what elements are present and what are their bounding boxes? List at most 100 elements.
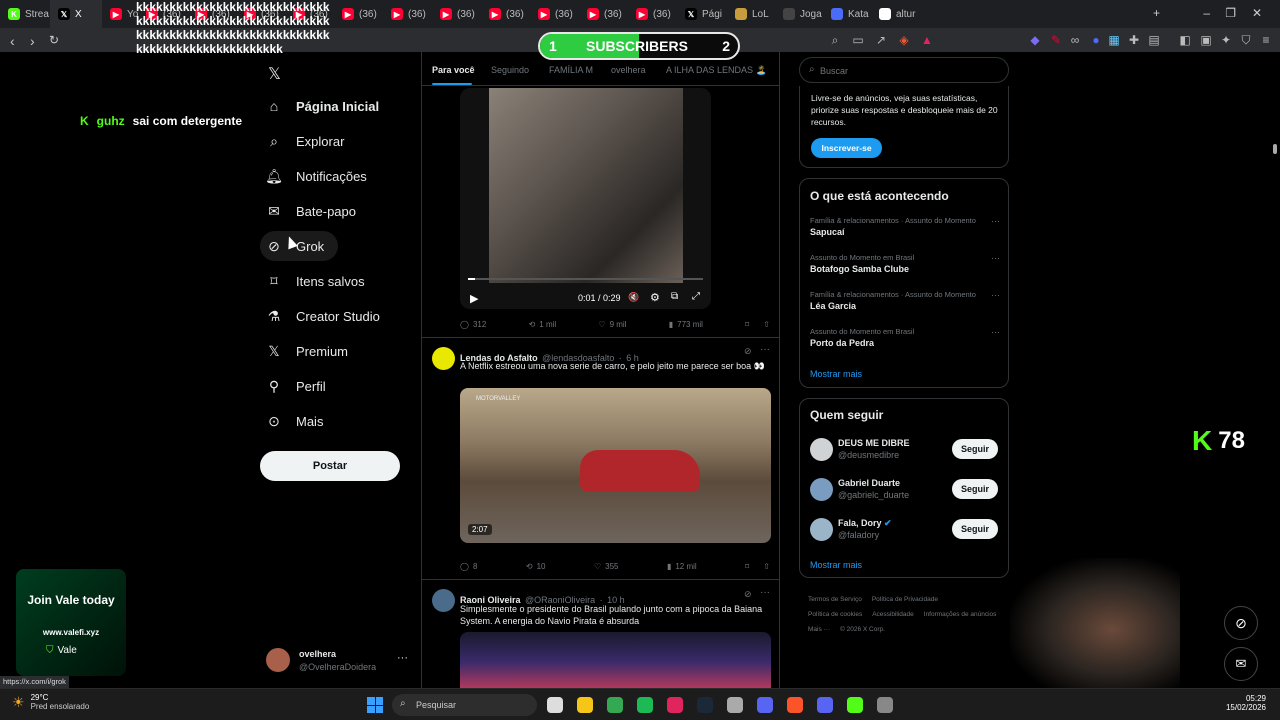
video-progress[interactable] — [468, 278, 703, 280]
footer-link[interactable]: Acessibilidade — [872, 607, 914, 622]
more-icon[interactable]: ··· — [760, 344, 770, 355]
x-logo-icon[interactable]: 𝕏 — [268, 64, 281, 84]
show-more-link[interactable]: Mostrar mais — [810, 560, 862, 570]
nav-item-x-logo[interactable]: 𝕏 Premium — [266, 336, 348, 366]
avatar[interactable] — [432, 347, 455, 370]
browser-tab[interactable]: ▶ (36) — [481, 0, 530, 28]
subscribe-button[interactable]: Inscrever-se — [811, 138, 882, 158]
minimize-icon[interactable]: – — [1203, 6, 1210, 20]
grok-icon[interactable]: ⊘ — [744, 346, 752, 357]
follow-suggestion[interactable]: Gabriel Duarte @gabrielc_duarte Seguir — [800, 476, 1008, 506]
trend-item[interactable]: Família & relacionamentos · Assunto do M… — [810, 290, 1000, 311]
views-button[interactable]: ▮ 12 mil — [667, 562, 697, 571]
reload-icon[interactable]: ↻ — [49, 33, 59, 47]
views-button[interactable]: ▮ 773 mil — [669, 320, 703, 329]
browser-tab[interactable]: ▶ (36) — [530, 0, 579, 28]
account-switcher[interactable]: ovelhera @OvelheraDoidera ··· — [266, 646, 410, 676]
chrome-icon[interactable] — [607, 697, 623, 713]
like-button[interactable]: ♡ 355 — [594, 562, 619, 571]
more-icon[interactable]: ··· — [397, 652, 408, 664]
leo-icon[interactable]: ✦ — [1219, 33, 1233, 47]
puzzle-icon[interactable]: ✚ — [1127, 33, 1141, 47]
spotify-icon[interactable] — [637, 697, 653, 713]
forward-icon[interactable]: › — [30, 33, 35, 49]
browser-tab[interactable]: ▶ (36) — [334, 0, 383, 28]
page-scrollbar[interactable] — [1272, 52, 1278, 688]
extension-icon[interactable]: ● — [1089, 33, 1103, 47]
browser-tab[interactable]: altur — [871, 0, 923, 28]
repost-button[interactable]: ⟲ 1 mil — [529, 320, 557, 329]
tweet-video[interactable]: ▶ 0:01 / 0:29 🔇 ⚙ ⧉ ⤢ — [460, 88, 711, 309]
footer-link[interactable]: Política de Privacidade — [872, 592, 938, 607]
footer-link[interactable]: Mais ··· — [808, 622, 830, 637]
search-box[interactable]: ⌕ Buscar — [799, 57, 1009, 83]
app-icon[interactable] — [877, 697, 893, 713]
panel-icon[interactable]: ◧ — [1178, 33, 1192, 47]
footer-link[interactable]: Termos de Serviço — [808, 592, 862, 607]
more-icon[interactable]: ··· — [991, 290, 1000, 300]
nav-item-grok[interactable]: ⊘ Grok — [260, 231, 339, 261]
browser-tab[interactable]: K Strea — [0, 0, 50, 28]
nav-item-bell[interactable]: 🔔︎ Notificações — [265, 161, 367, 191]
app-icon[interactable] — [757, 697, 773, 713]
like-button[interactable]: ♡ 9 mil — [598, 320, 626, 329]
volume-icon[interactable]: 🔇 — [628, 292, 639, 303]
browser-tab[interactable]: ▶ Yo — [102, 0, 138, 28]
sidebar-icon[interactable]: ▤ — [1147, 33, 1161, 47]
nav-item-more-circle[interactable]: ⊙ Mais — [266, 406, 323, 436]
play-icon[interactable]: ▶ — [470, 292, 478, 305]
vpn-icon[interactable]: ⛉ — [1239, 33, 1253, 47]
zoom-icon[interactable]: ⌕ — [828, 33, 842, 47]
nav-item-search[interactable]: ⌕ Explorar — [266, 126, 344, 156]
weather-widget[interactable]: ☀ 29°C Pred ensolarado — [12, 693, 89, 711]
messages-float-button[interactable]: ✉ — [1224, 647, 1258, 681]
back-icon[interactable]: ‹ — [10, 33, 15, 49]
share-icon[interactable]: ⇧ — [763, 562, 770, 571]
show-more-link[interactable]: Mostrar mais — [810, 369, 862, 379]
opera-icon[interactable] — [667, 697, 683, 713]
brave-shield-icon[interactable]: ◈ — [897, 33, 911, 47]
bookmark-button[interactable]: ⌑ ⇧ — [745, 562, 770, 571]
file-explorer-icon[interactable] — [577, 697, 593, 713]
extension-icon[interactable]: ◆ — [1028, 33, 1042, 47]
clock[interactable]: 05:29 15/02/2026 — [1226, 694, 1266, 712]
tab-familia[interactable]: FAMÍLIA M — [549, 65, 593, 75]
settings-icon[interactable]: ⚙ — [650, 291, 660, 304]
maximize-icon[interactable]: ❐ — [1225, 6, 1236, 20]
browser-tab[interactable]: Kata — [823, 0, 871, 28]
follow-suggestion[interactable]: Fala, Dory ✔ @faladory Seguir — [800, 516, 1008, 546]
trend-item[interactable]: Assunto do Momento em Brasil Botafogo Sam… — [810, 253, 1000, 274]
more-icon[interactable]: ··· — [991, 327, 1000, 337]
discord-icon[interactable] — [817, 697, 833, 713]
footer-link[interactable]: Política de cookies — [808, 607, 862, 622]
follow-button[interactable]: Seguir — [952, 439, 998, 459]
share-icon[interactable]: ⇧ — [763, 320, 770, 329]
trend-item[interactable]: Família & relacionamentos · Assunto do M… — [810, 216, 1000, 237]
avatar[interactable] — [432, 589, 455, 612]
footer-link[interactable]: © 2026 X Corp. — [840, 622, 885, 637]
tab-seguindo[interactable]: Seguindo — [491, 65, 529, 75]
repost-button[interactable]: ⟲ 10 — [526, 562, 546, 571]
browser-tab[interactable]: 𝕏X — [50, 0, 102, 28]
browser-tab[interactable]: ▶ (36) — [432, 0, 481, 28]
taskbar-search[interactable]: ⌕ Pesquisar — [392, 694, 537, 716]
follow-suggestion[interactable]: DEUS ME DIBRE @deusmedibre Seguir — [800, 436, 1008, 466]
windows-start-icon[interactable] — [367, 697, 383, 713]
cast-icon[interactable]: ▭ — [851, 33, 865, 47]
trend-item[interactable]: Assunto do Momento em Brasil Porto da Ped… — [810, 327, 1000, 348]
app-icon[interactable] — [727, 697, 743, 713]
share-icon[interactable]: ↗ — [874, 33, 888, 47]
nav-item-mail[interactable]: ✉ Bate-papo — [266, 196, 356, 226]
tab-ovelhera[interactable]: ovelhera — [611, 65, 646, 75]
pip-icon[interactable]: ⧉ — [671, 291, 678, 302]
tab-ilha-das-lendas[interactable]: A ILHA DAS LENDAS 🏝️ — [666, 65, 767, 76]
post-button[interactable]: Postar — [260, 451, 400, 481]
nav-item-person[interactable]: ⚲ Perfil — [266, 371, 326, 401]
kick-icon[interactable] — [847, 697, 863, 713]
bookmark-button[interactable]: ⌑ ⇧ — [745, 320, 770, 329]
tab-para-voce[interactable]: Para você — [432, 65, 475, 75]
brave-rewards-icon[interactable]: ▲ — [920, 33, 934, 47]
browser-tab[interactable]: ▶ (36) — [579, 0, 628, 28]
fullscreen-icon[interactable]: ⤢ — [692, 291, 700, 302]
grok-float-button[interactable]: ⊘ — [1224, 606, 1258, 640]
